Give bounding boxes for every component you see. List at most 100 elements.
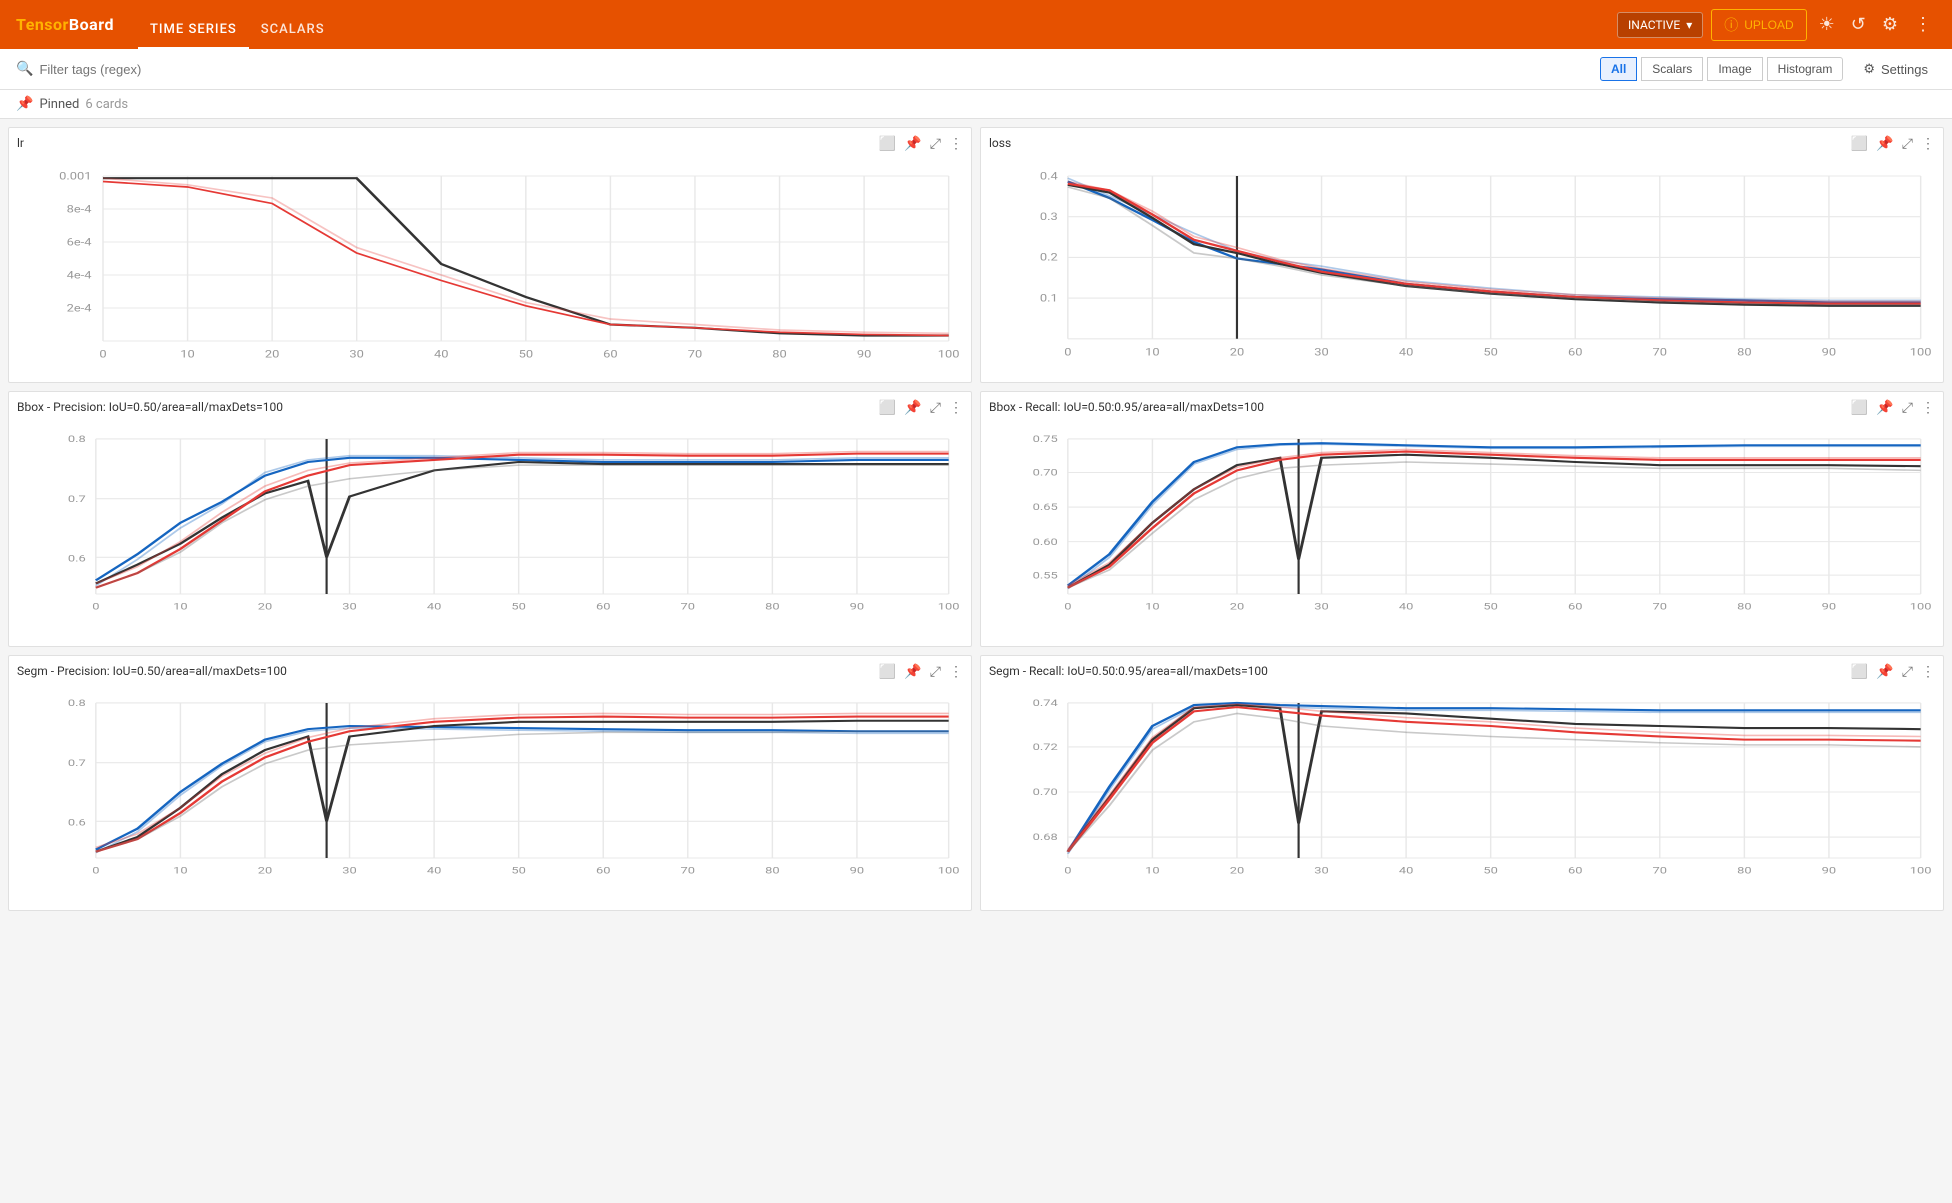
chart-loss-pin-btn[interactable]: 📌 bbox=[1874, 134, 1895, 152]
chart-segm-recall-actions: ⬜ 📌 ⤢ ⋮ bbox=[1849, 662, 1937, 680]
chart-segm-prec-expand-btn[interactable]: ⤢ bbox=[928, 662, 943, 680]
settings-header-button[interactable]: ⚙ bbox=[1878, 10, 1902, 39]
chart-bbox-precision: Bbox - Precision: IoU=0.50/area=all/maxD… bbox=[8, 391, 972, 647]
svg-text:40: 40 bbox=[427, 601, 441, 612]
refresh-button[interactable]: ↺ bbox=[1847, 10, 1870, 39]
svg-text:50: 50 bbox=[1483, 865, 1497, 876]
svg-text:50: 50 bbox=[1483, 346, 1497, 358]
chart-lr: lr ⬜ 📌 ⤢ ⋮ bbox=[8, 127, 972, 383]
svg-text:70: 70 bbox=[681, 865, 695, 876]
search-wrapper: 🔍 bbox=[16, 61, 239, 77]
chart-segm-recall-more-btn[interactable]: ⋮ bbox=[1919, 662, 1937, 680]
chart-segm-recall-image-btn[interactable]: ⬜ bbox=[1849, 662, 1870, 680]
svg-text:90: 90 bbox=[1822, 346, 1836, 358]
inactive-dropdown[interactable]: INACTIVE ▾ bbox=[1617, 12, 1703, 38]
chart-segm-recall-expand-btn[interactable]: ⤢ bbox=[1900, 662, 1915, 680]
svg-text:60: 60 bbox=[1568, 601, 1582, 612]
chart-loss-image-btn[interactable]: ⬜ bbox=[1849, 134, 1870, 152]
logo-board: Board bbox=[69, 15, 114, 34]
chart-lr-pin-btn[interactable]: 📌 bbox=[902, 134, 923, 152]
filter-histogram[interactable]: Histogram bbox=[1767, 57, 1844, 81]
svg-text:100: 100 bbox=[1910, 346, 1932, 358]
nav-time-series[interactable]: TIME SERIES bbox=[138, 22, 249, 49]
svg-text:0.7: 0.7 bbox=[68, 493, 86, 504]
svg-text:80: 80 bbox=[765, 601, 779, 612]
chart-segm-precision-actions: ⬜ 📌 ⤢ ⋮ bbox=[877, 662, 965, 680]
svg-text:90: 90 bbox=[857, 348, 871, 360]
chart-bbox-recall-more-btn[interactable]: ⋮ bbox=[1919, 398, 1937, 416]
svg-text:0.60: 0.60 bbox=[1033, 536, 1058, 547]
svg-text:70: 70 bbox=[1653, 865, 1667, 876]
upload-icon: ⓘ bbox=[1724, 15, 1738, 35]
filter-scalars[interactable]: Scalars bbox=[1641, 57, 1703, 81]
chart-bbox-prec-pin-btn[interactable]: 📌 bbox=[902, 398, 923, 416]
svg-text:0: 0 bbox=[1064, 865, 1071, 876]
svg-text:0: 0 bbox=[1064, 601, 1071, 612]
svg-text:0: 0 bbox=[92, 601, 99, 612]
search-left: 🔍 bbox=[16, 61, 239, 77]
chart-lr-area: 0.001 8e-4 6e-4 4e-4 2e-4 0 10 20 30 40 … bbox=[17, 154, 963, 374]
chart-lr-more-btn[interactable]: ⋮ bbox=[947, 134, 965, 152]
settings-icon: ⚙ bbox=[1863, 61, 1875, 77]
upload-button[interactable]: ⓘ UPLOAD bbox=[1711, 9, 1806, 41]
svg-text:20: 20 bbox=[1230, 601, 1244, 612]
chart-bbox-prec-expand-btn[interactable]: ⤢ bbox=[928, 398, 943, 416]
chart-segm-recall-pin-btn[interactable]: 📌 bbox=[1874, 662, 1895, 680]
svg-text:2e-4: 2e-4 bbox=[67, 302, 92, 314]
chart-segm-recall-title: Segm - Recall: IoU=0.50:0.95/area=all/ma… bbox=[989, 664, 1935, 678]
svg-text:60: 60 bbox=[1568, 346, 1582, 358]
chart-bbox-recall-area: 0.75 0.70 0.65 0.60 0.55 0 10 20 30 40 5… bbox=[989, 418, 1935, 638]
svg-text:0.74: 0.74 bbox=[1033, 698, 1059, 709]
chart-segm-precision-area: 0.8 0.7 0.6 0 10 20 30 40 50 60 70 80 90… bbox=[17, 682, 963, 902]
chart-loss-expand-btn[interactable]: ⤢ bbox=[1900, 134, 1915, 152]
svg-text:8e-4: 8e-4 bbox=[67, 203, 92, 215]
svg-text:0.2: 0.2 bbox=[1040, 251, 1058, 263]
chart-bbox-recall-title: Bbox - Recall: IoU=0.50:0.95/area=all/ma… bbox=[989, 400, 1935, 414]
chart-lr-expand-btn[interactable]: ⤢ bbox=[928, 134, 943, 152]
filter-group: All Scalars Image Histogram bbox=[1600, 57, 1843, 81]
filter-image[interactable]: Image bbox=[1707, 57, 1762, 81]
chart-loss: loss ⬜ 📌 ⤢ ⋮ bbox=[980, 127, 1944, 383]
svg-text:70: 70 bbox=[1653, 601, 1667, 612]
chart-lr-actions: ⬜ 📌 ⤢ ⋮ bbox=[877, 134, 965, 152]
svg-text:60: 60 bbox=[1568, 865, 1582, 876]
chart-segm-recall: Segm - Recall: IoU=0.50:0.95/area=all/ma… bbox=[980, 655, 1944, 911]
chart-bbox-recall-image-btn[interactable]: ⬜ bbox=[1849, 398, 1870, 416]
pin-icon: 📌 bbox=[16, 96, 33, 112]
svg-text:0.70: 0.70 bbox=[1033, 787, 1058, 798]
svg-text:50: 50 bbox=[511, 601, 525, 612]
chart-segm-prec-image-btn[interactable]: ⬜ bbox=[877, 662, 898, 680]
chart-bbox-prec-more-btn[interactable]: ⋮ bbox=[947, 398, 965, 416]
svg-text:0.70: 0.70 bbox=[1033, 467, 1058, 478]
settings-button[interactable]: ⚙ Settings bbox=[1855, 57, 1936, 81]
chevron-down-icon: ▾ bbox=[1686, 18, 1692, 32]
chart-bbox-precision-title: Bbox - Precision: IoU=0.50/area=all/maxD… bbox=[17, 400, 963, 414]
svg-text:0.68: 0.68 bbox=[1033, 832, 1058, 843]
chart-bbox-precision-area: 0.8 0.7 0.6 0 10 20 30 40 50 60 70 80 90… bbox=[17, 418, 963, 638]
pinned-bar: 📌 Pinned 6 cards bbox=[0, 90, 1952, 119]
svg-text:0.55: 0.55 bbox=[1033, 570, 1058, 581]
svg-text:0.72: 0.72 bbox=[1033, 742, 1058, 753]
svg-text:40: 40 bbox=[1399, 865, 1413, 876]
svg-text:80: 80 bbox=[765, 865, 779, 876]
svg-text:0: 0 bbox=[1064, 346, 1071, 358]
theme-toggle-button[interactable]: ☀ bbox=[1815, 10, 1839, 39]
search-input[interactable] bbox=[39, 62, 239, 77]
svg-text:90: 90 bbox=[850, 865, 864, 876]
chart-segm-prec-more-btn[interactable]: ⋮ bbox=[947, 662, 965, 680]
chart-segm-prec-pin-btn[interactable]: 📌 bbox=[902, 662, 923, 680]
nav-scalars[interactable]: SCALARS bbox=[249, 22, 337, 49]
svg-text:100: 100 bbox=[938, 348, 960, 360]
chart-bbox-precision-actions: ⬜ 📌 ⤢ ⋮ bbox=[877, 398, 965, 416]
chart-bbox-prec-image-btn[interactable]: ⬜ bbox=[877, 398, 898, 416]
svg-text:10: 10 bbox=[180, 348, 194, 360]
chart-loss-more-btn[interactable]: ⋮ bbox=[1919, 134, 1937, 152]
filter-all[interactable]: All bbox=[1600, 57, 1637, 81]
chart-bbox-recall-pin-btn[interactable]: 📌 bbox=[1874, 398, 1895, 416]
svg-text:10: 10 bbox=[1145, 601, 1159, 612]
more-header-button[interactable]: ⋮ bbox=[1910, 10, 1936, 39]
svg-text:20: 20 bbox=[258, 865, 272, 876]
chart-lr-image-btn[interactable]: ⬜ bbox=[877, 134, 898, 152]
chart-bbox-recall-expand-btn[interactable]: ⤢ bbox=[1900, 398, 1915, 416]
svg-text:4e-4: 4e-4 bbox=[67, 269, 92, 281]
